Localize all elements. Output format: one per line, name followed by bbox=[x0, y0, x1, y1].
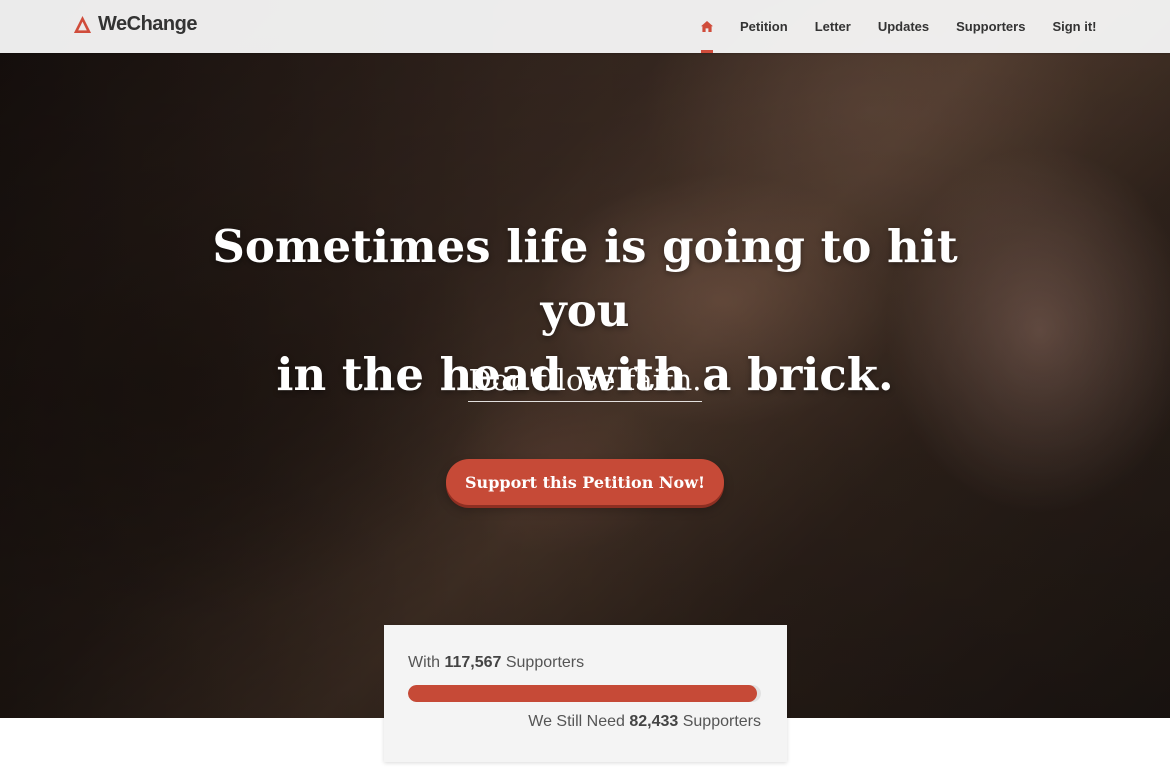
supporters-prefix: With bbox=[408, 654, 445, 671]
supporters-count-text: With 117,567 Supporters bbox=[408, 654, 584, 672]
needed-suffix: Supporters bbox=[678, 713, 761, 730]
hero-title-line-1: Sometimes life is going to hit you bbox=[212, 220, 958, 337]
hero-subtitle-text: Don't lose faith. bbox=[468, 360, 702, 402]
nav-item-letter[interactable]: Letter bbox=[801, 0, 864, 53]
triangle-logo-icon bbox=[73, 15, 92, 34]
needed-count: 82,433 bbox=[629, 713, 679, 730]
nav-item-updates[interactable]: Updates bbox=[864, 0, 942, 53]
brand-logo-link[interactable]: WeChange bbox=[73, 13, 197, 36]
supporters-count: 117,567 bbox=[444, 654, 502, 671]
hero-subtitle: Don't lose faith. bbox=[385, 360, 785, 402]
supporters-needed-text: We Still Need 82,433 Supporters bbox=[528, 713, 761, 731]
nav-item-supporters[interactable]: Supporters bbox=[943, 0, 1039, 53]
home-icon bbox=[701, 21, 714, 32]
nav-item-petition[interactable]: Petition bbox=[727, 0, 802, 53]
nav-item-sign-it[interactable]: Sign it! bbox=[1039, 0, 1110, 53]
support-petition-button[interactable]: Support this Petition Now! bbox=[446, 459, 724, 505]
brand-name: WeChange bbox=[98, 13, 197, 35]
supporters-progress-card: With 117,567 Supporters We Still Need 82… bbox=[384, 625, 787, 762]
main-nav: Petition Letter Updates Supporters Sign … bbox=[688, 0, 1110, 53]
nav-item-home[interactable] bbox=[688, 0, 727, 53]
site-header: WeChange Petition Letter Updates Support… bbox=[0, 0, 1170, 53]
needed-prefix: We Still Need bbox=[528, 713, 630, 730]
supporters-progress-fill bbox=[408, 685, 758, 702]
supporters-suffix: Supporters bbox=[501, 654, 585, 671]
supporters-progress-bar bbox=[408, 685, 761, 702]
